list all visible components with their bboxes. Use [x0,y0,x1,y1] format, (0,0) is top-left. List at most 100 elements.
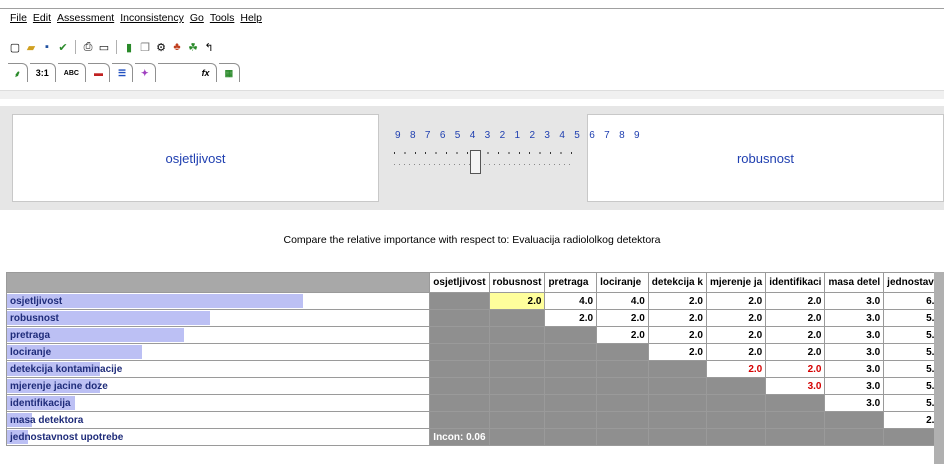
row-label-text: robusnost [10,312,59,324]
matrix-cell-lower [596,360,649,378]
matrix-cell-lower [647,360,707,378]
tab-tree-icon[interactable]: ⸙ [8,63,28,82]
tab-bar-icon[interactable]: ▬ [87,63,110,82]
matrix-cell[interactable]: 3.0 [824,309,885,327]
column-header[interactable]: osjetljivost [429,272,490,293]
matrix-cell[interactable]: 2.0 [705,292,767,310]
hierarchy-icon[interactable]: ♣ [170,40,184,54]
matrix-cell[interactable]: 2.0 [544,309,598,327]
menu-item-assessment[interactable]: Assessment [57,12,114,28]
matrix-cell[interactable]: 3.0 [824,377,885,395]
menu-item-help[interactable]: Help [240,12,262,28]
matrix-cell[interactable]: 4.0 [596,292,649,310]
column-header[interactable]: mjerenje ja [705,272,767,293]
matrix-cell-lower [544,360,598,378]
matrix-cell[interactable]: 3.0 [824,360,885,378]
matrix-cell[interactable]: 3.0 [824,326,885,344]
matrix-cell[interactable]: 2.0 [705,326,767,344]
matrix-cell[interactable]: 2.0 [705,309,767,327]
settings-icon[interactable]: ⚙ [154,40,168,54]
comparison-prompt: Compare the relative importance with res… [283,234,661,246]
row-label[interactable]: pretraga [5,326,431,344]
tab-abc[interactable]: ABC [57,63,86,82]
matrix-cell-lower [647,411,707,429]
left-criterion-box[interactable]: osjetljivost [12,114,379,202]
menu-item-tools[interactable]: Tools [210,12,235,28]
matrix-cell[interactable]: 2.0 [765,343,826,361]
row-label[interactable]: identifikacija [5,394,431,412]
matrix-cell-lower [596,428,649,446]
matrix-cell[interactable]: 2.0 [596,309,649,327]
matrix-cell[interactable]: 2.0 [488,292,546,310]
sensitivity-icon[interactable]: ☘ [186,40,200,54]
matrix-cell[interactable]: 2.0 [647,343,707,361]
matrix-cell[interactable]: 3.0 [824,343,885,361]
row-label[interactable]: detekcija kontaminacije [5,360,431,378]
row-label[interactable]: jednostavnost upotrebe [5,428,431,446]
print-icon[interactable]: ⎙ [81,40,95,54]
table-row: robusnost2.02.02.02.02.03.05.0 [5,309,944,327]
matrix-cell[interactable]: 2.0 [647,326,707,344]
matrix-cell[interactable]: 2.0 [596,326,649,344]
tab-bar2-icon[interactable]: ☰ [111,63,134,82]
matrix-cell[interactable]: 2.0 [705,360,767,378]
separator-band [0,90,944,99]
table-row: masa detektora2.0 [5,411,944,429]
toolbar-separator [116,40,117,54]
calculator-icon[interactable]: ▮ [122,40,136,54]
matrix-cell-lower [824,428,885,446]
matrix-cell-lower [647,394,707,412]
copy-icon[interactable]: ❐ [138,40,152,54]
row-label[interactable]: lociranje [5,343,431,361]
menu-item-edit[interactable]: Edit [33,12,51,28]
matrix-cell[interactable]: 3.0 [824,394,885,412]
matrix-cell[interactable]: 2.0 [705,343,767,361]
matrix-cell-lower [488,360,546,378]
menu-item-go[interactable]: Go [190,12,204,28]
column-header[interactable]: detekcija k [647,272,707,293]
matrix-cell[interactable]: 4.0 [544,292,598,310]
matrix-cell-lower [824,411,885,429]
column-header[interactable]: lociranje [596,272,649,293]
open-folder-icon[interactable]: ▰ [24,40,38,54]
matrix-cell[interactable]: 2.0 [765,360,826,378]
matrix-cell[interactable]: 2.0 [647,309,707,327]
tab-fx[interactable]: fx [157,63,217,82]
matrix-cell[interactable]: 2.0 [765,309,826,327]
row-label[interactable]: osjetljivost [5,292,431,310]
column-header[interactable]: pretraga [544,272,598,293]
slider-ticks [394,152,574,154]
column-header[interactable]: masa detel [824,272,885,293]
matrix-cell-lower [429,326,490,344]
matrix-cell-lower [544,326,598,344]
matrix-cell[interactable]: 3.0 [765,377,826,395]
print-preview-icon[interactable]: ▭ [97,40,111,54]
tab-grid-icon[interactable]: ▦ [218,63,241,82]
cursor-icon[interactable]: ↰ [202,40,216,54]
matrix-cell-lower [429,394,490,412]
menu-item-file[interactable]: File [10,12,27,28]
check-icon[interactable]: ✔ [56,40,70,54]
new-file-icon[interactable]: ▢ [8,40,22,54]
slider-track[interactable] [394,164,574,165]
row-label[interactable]: masa detektora [5,411,431,429]
menu-item-inconsistency[interactable]: Inconsistency [120,12,184,28]
matrix-cell[interactable]: 2.0 [765,326,826,344]
row-label[interactable]: robusnost [5,309,431,327]
table-row: pretraga2.02.02.02.03.05.0 [5,326,944,344]
tab-ratio[interactable]: 3:1 [29,63,56,82]
matrix-scrollbar[interactable] [934,272,944,464]
column-header[interactable]: robusnost [488,272,546,293]
matrix-cell[interactable]: 2.0 [765,292,826,310]
main-toolbar: ▢ ▰ ▪ ✔ ⎙ ▭ ▮ ❐ ⚙ ♣ ☘ ↰ [8,38,216,56]
matrix-cell-lower [429,292,490,310]
save-icon[interactable]: ▪ [40,40,54,54]
matrix-cell[interactable]: 2.0 [647,292,707,310]
slider-thumb[interactable] [470,150,481,174]
row-label[interactable]: mjerenje jacine doze [5,377,431,395]
tab-wand-icon[interactable]: ✦ [135,63,156,82]
right-criterion-box[interactable]: robusnost [587,114,944,202]
column-header[interactable]: identifikaci [765,272,826,293]
matrix-cell-lower [429,309,490,327]
matrix-cell[interactable]: 3.0 [824,292,885,310]
